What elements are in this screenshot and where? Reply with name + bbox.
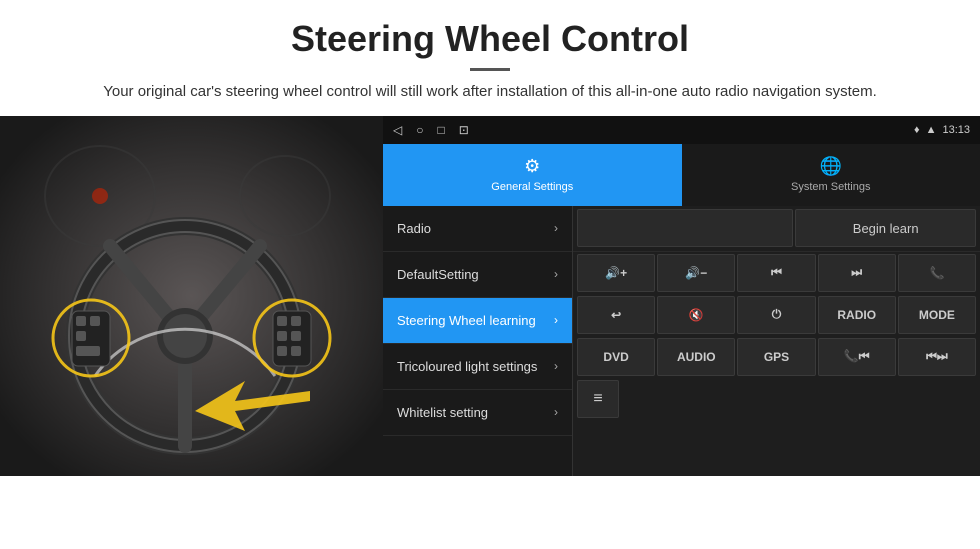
- car-image-panel: [0, 116, 383, 476]
- recent-nav-icon[interactable]: □: [437, 123, 444, 137]
- volume-down-button[interactable]: 🔊−: [657, 254, 735, 292]
- panel-row-4: DVD AUDIO GPS 📞⏮ ⏮⏭: [573, 336, 980, 378]
- left-menu: Radio › DefaultSetting › Steering Wheel …: [383, 206, 573, 476]
- list-icon: ≡: [593, 390, 602, 408]
- menu-radio-label: Radio: [397, 221, 431, 236]
- status-bar: ◁ ○ □ ⊡ ♦ ▲ 13:13: [383, 116, 980, 144]
- tab-bar: ⚙ General Settings 🌐 System Settings: [383, 144, 980, 206]
- signal-icon: ▲: [926, 124, 937, 136]
- chevron-right-icon: ›: [554, 359, 558, 373]
- volume-up-button[interactable]: 🔊+: [577, 254, 655, 292]
- home-nav-icon[interactable]: ○: [416, 123, 423, 137]
- main-content: ◁ ○ □ ⊡ ♦ ▲ 13:13 ⚙ General Settings 🌐 S…: [0, 116, 980, 476]
- dvd-button[interactable]: DVD: [577, 338, 655, 376]
- back-nav-icon[interactable]: ◁: [393, 123, 402, 137]
- power-button[interactable]: ⏻: [737, 296, 815, 334]
- audio-button[interactable]: AUDIO: [657, 338, 735, 376]
- mute-button[interactable]: 🔇: [657, 296, 735, 334]
- begin-learn-button[interactable]: Begin learn: [795, 209, 976, 247]
- chevron-right-icon: ›: [554, 267, 558, 281]
- radio-button[interactable]: RADIO: [818, 296, 896, 334]
- globe-icon: 🌐: [820, 156, 842, 177]
- gps-button[interactable]: GPS: [737, 338, 815, 376]
- phone-prev-icon: 📞⏮: [844, 349, 870, 364]
- menu-item-steering-wheel[interactable]: Steering Wheel learning ›: [383, 298, 572, 344]
- tab-general-label: General Settings: [491, 181, 573, 193]
- page-description: Your original car's steering wheel contr…: [60, 81, 920, 104]
- menu-tricoloured-label: Tricoloured light settings: [397, 359, 537, 374]
- dvd-label: DVD: [603, 350, 628, 364]
- tab-system-label: System Settings: [791, 181, 870, 193]
- phone-button[interactable]: 📞: [898, 254, 976, 292]
- mute-icon: 🔇: [689, 308, 704, 322]
- gps-label: GPS: [764, 350, 789, 364]
- right-panel: Begin learn 🔊+ 🔊− ⏮ ⏭: [573, 206, 980, 476]
- status-indicators: ♦ ▲ 13:13: [914, 124, 970, 136]
- menu-item-radio[interactable]: Radio ›: [383, 206, 572, 252]
- next-track-button[interactable]: ⏭: [818, 254, 896, 292]
- app-nav-icon[interactable]: ⊡: [459, 123, 469, 137]
- audio-label: AUDIO: [677, 350, 716, 364]
- menu-item-defaultsetting[interactable]: DefaultSetting ›: [383, 252, 572, 298]
- page-title: Steering Wheel Control: [60, 18, 920, 60]
- car-background: [0, 116, 383, 476]
- prev-track-button[interactable]: ⏮: [737, 254, 815, 292]
- title-divider: [470, 68, 510, 71]
- page-header: Steering Wheel Control Your original car…: [0, 0, 980, 116]
- phone-prev-button[interactable]: 📞⏮: [818, 338, 896, 376]
- menu-item-whitelist[interactable]: Whitelist setting ›: [383, 390, 572, 436]
- back-button[interactable]: ↩: [577, 296, 655, 334]
- tab-system-settings[interactable]: 🌐 System Settings: [682, 144, 980, 206]
- panel-row-3: ↩ 🔇 ⏻ RADIO MODE: [573, 294, 980, 336]
- menu-item-tricoloured[interactable]: Tricoloured light settings ›: [383, 344, 572, 390]
- chevron-right-icon: ›: [554, 405, 558, 419]
- power-icon: ⏻: [772, 307, 782, 322]
- android-panel: ◁ ○ □ ⊡ ♦ ▲ 13:13 ⚙ General Settings 🌐 S…: [383, 116, 980, 476]
- skip-button[interactable]: ⏮⏭: [898, 338, 976, 376]
- nav-icons: ◁ ○ □ ⊡: [393, 123, 469, 137]
- mode-button[interactable]: MODE: [898, 296, 976, 334]
- panel-row-5: ≡: [573, 378, 980, 420]
- panel-row-2: 🔊+ 🔊− ⏮ ⏭ 📞: [573, 252, 980, 294]
- skip-icon: ⏮⏭: [926, 349, 948, 364]
- content-area: Radio › DefaultSetting › Steering Wheel …: [383, 206, 980, 476]
- back-icon: ↩: [611, 308, 621, 322]
- next-icon: ⏭: [851, 265, 862, 280]
- location-icon: ♦: [914, 124, 920, 136]
- steering-wheel-svg: [0, 116, 383, 476]
- volume-up-icon: 🔊+: [605, 266, 627, 280]
- phone-icon: 📞: [929, 266, 944, 280]
- panel-row-1: Begin learn: [573, 206, 980, 252]
- tab-general-settings[interactable]: ⚙ General Settings: [383, 144, 682, 206]
- menu-icon-button[interactable]: ≡: [577, 380, 619, 418]
- empty-slot: [577, 209, 793, 247]
- radio-label: RADIO: [837, 308, 876, 322]
- menu-default-label: DefaultSetting: [397, 267, 479, 282]
- menu-steering-label: Steering Wheel learning: [397, 313, 536, 328]
- menu-whitelist-label: Whitelist setting: [397, 405, 488, 420]
- prev-icon: ⏮: [771, 265, 782, 280]
- volume-down-icon: 🔊−: [685, 266, 707, 280]
- status-time: 13:13: [942, 124, 970, 136]
- mode-label: MODE: [919, 308, 955, 322]
- chevron-right-icon: ›: [554, 221, 558, 235]
- gear-icon: ⚙: [524, 156, 540, 177]
- chevron-right-icon: ›: [554, 313, 558, 327]
